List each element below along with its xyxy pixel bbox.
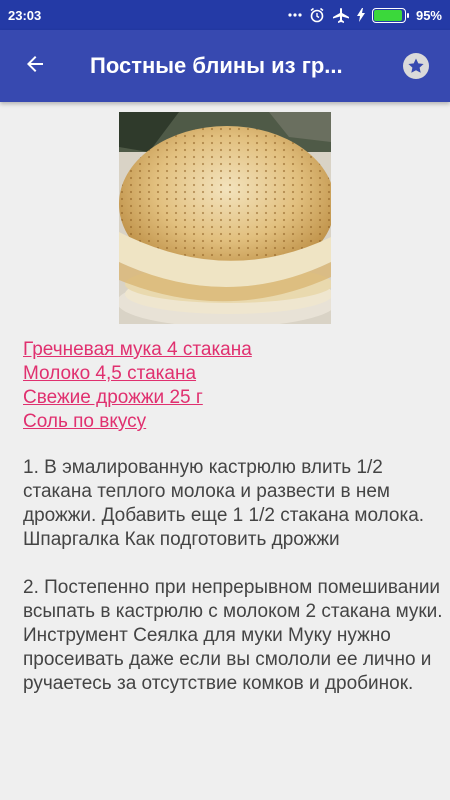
airplane-mode-icon [332,7,350,23]
more-dots-icon [288,12,302,18]
alarm-icon [309,7,325,23]
ingredient-link[interactable]: Молоко 4,5 стакана [23,362,433,386]
ingredients-list: Гречневая мука 4 стакана Молоко 4,5 стак… [23,338,433,434]
ingredient-link[interactable]: Гречневая мука 4 стакана [23,338,433,362]
ingredient-link[interactable]: Соль по вкусу [23,410,433,434]
battery-percent: 95% [415,7,442,23]
favorite-button[interactable] [402,52,430,80]
ingredient-link[interactable]: Свежие дрожжи 25 г [23,386,433,410]
status-icons: 95% [288,7,442,23]
page-title: Постные блины из гр... [90,53,343,78]
recipe-step: 1. В эмалированную кастрюлю влить 1/2 ст… [23,457,425,550]
charging-bolt-icon [356,8,365,22]
status-time: 23:03 [8,7,42,23]
arrow-left-icon [23,52,47,81]
pancakes-photo [119,112,331,324]
back-button[interactable] [0,30,70,102]
battery-icon [371,7,409,23]
recipe-steps: 1. В эмалированную кастрюлю влить 1/2 ст… [23,456,443,720]
recipe-step: 2. Постепенно при непрерывном помешивани… [23,577,443,694]
status-bar: 23:03 95% [0,0,450,30]
app-bar: Постные блины из гр... [0,30,450,102]
star-icon [402,53,430,84]
